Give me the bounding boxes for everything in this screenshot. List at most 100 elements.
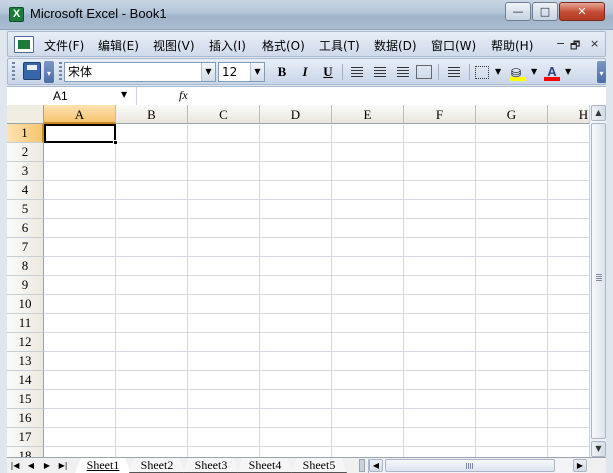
- cell-h10[interactable]: [548, 295, 589, 314]
- cell-a9[interactable]: [44, 276, 116, 295]
- cell-g10[interactable]: [476, 295, 548, 314]
- vertical-scroll-thumb[interactable]: [591, 123, 606, 439]
- cell-e9[interactable]: [332, 276, 404, 295]
- cell-c12[interactable]: [188, 333, 260, 352]
- fill-color-button[interactable]: ⛁: [508, 63, 528, 81]
- row-header-12[interactable]: 12: [7, 333, 44, 352]
- cell-h1[interactable]: [548, 124, 589, 143]
- cell-c10[interactable]: [188, 295, 260, 314]
- cell-b17[interactable]: [116, 428, 188, 447]
- cell-d5[interactable]: [260, 200, 332, 219]
- cell-h18[interactable]: [548, 447, 589, 457]
- chevron-down-icon[interactable]: ▼: [495, 67, 501, 76]
- merge-center-button[interactable]: [416, 65, 432, 79]
- cell-b5[interactable]: [116, 200, 188, 219]
- cell-c6[interactable]: [188, 219, 260, 238]
- prev-sheet-nav-icon[interactable]: ◀: [25, 459, 37, 472]
- cell-c15[interactable]: [188, 390, 260, 409]
- scroll-up-icon[interactable]: ▲: [591, 105, 606, 121]
- cell-h13[interactable]: [548, 352, 589, 371]
- cell-f15[interactable]: [404, 390, 476, 409]
- cell-d16[interactable]: [260, 409, 332, 428]
- cell-f18[interactable]: [404, 447, 476, 457]
- horizontal-scroll-thumb[interactable]: [385, 459, 555, 472]
- fill-handle[interactable]: [113, 140, 118, 145]
- cell-e2[interactable]: [332, 143, 404, 162]
- sheet-tab-sheet2[interactable]: Sheet2: [129, 458, 185, 473]
- cell-c17[interactable]: [188, 428, 260, 447]
- toolbar-grip[interactable]: [59, 62, 62, 80]
- cell-c1[interactable]: [188, 124, 260, 143]
- column-header-c[interactable]: C: [188, 105, 260, 124]
- column-header-f[interactable]: F: [404, 105, 476, 124]
- cell-h11[interactable]: [548, 314, 589, 333]
- cell-a8[interactable]: [44, 257, 116, 276]
- cell-c3[interactable]: [188, 162, 260, 181]
- cell-a10[interactable]: [44, 295, 116, 314]
- cell-a13[interactable]: [44, 352, 116, 371]
- chevron-down-icon[interactable]: ▼: [121, 90, 127, 99]
- cell-a16[interactable]: [44, 409, 116, 428]
- cell-d14[interactable]: [260, 371, 332, 390]
- cell-e10[interactable]: [332, 295, 404, 314]
- cell-c9[interactable]: [188, 276, 260, 295]
- borders-button[interactable]: [475, 66, 489, 79]
- cell-f8[interactable]: [404, 257, 476, 276]
- cell-e7[interactable]: [332, 238, 404, 257]
- cell-g2[interactable]: [476, 143, 548, 162]
- cell-h9[interactable]: [548, 276, 589, 295]
- row-header-10[interactable]: 10: [7, 295, 44, 314]
- cell-b6[interactable]: [116, 219, 188, 238]
- menu-help[interactable]: 帮助(H): [491, 37, 533, 54]
- menu-data[interactable]: 数据(D): [374, 37, 417, 54]
- insert-function-button[interactable]: fx: [179, 88, 188, 103]
- cell-d13[interactable]: [260, 352, 332, 371]
- cell-f17[interactable]: [404, 428, 476, 447]
- cell-f9[interactable]: [404, 276, 476, 295]
- cell-c13[interactable]: [188, 352, 260, 371]
- cell-g15[interactable]: [476, 390, 548, 409]
- cell-d18[interactable]: [260, 447, 332, 457]
- cell-a18[interactable]: [44, 447, 116, 457]
- sheet-tab-sheet1[interactable]: Sheet1: [75, 458, 131, 473]
- scroll-down-icon[interactable]: ▼: [591, 441, 606, 457]
- row-header-9[interactable]: 9: [7, 276, 44, 295]
- cell-f12[interactable]: [404, 333, 476, 352]
- indent-button[interactable]: [444, 63, 464, 81]
- cell-e4[interactable]: [332, 181, 404, 200]
- cell-e5[interactable]: [332, 200, 404, 219]
- row-header-14[interactable]: 14: [7, 371, 44, 390]
- cell-d6[interactable]: [260, 219, 332, 238]
- cell-b8[interactable]: [116, 257, 188, 276]
- cell-g16[interactable]: [476, 409, 548, 428]
- column-header-e[interactable]: E: [332, 105, 404, 124]
- cell-f4[interactable]: [404, 181, 476, 200]
- cell-f16[interactable]: [404, 409, 476, 428]
- cell-b3[interactable]: [116, 162, 188, 181]
- menu-edit[interactable]: 编辑(E): [98, 37, 139, 54]
- cell-d8[interactable]: [260, 257, 332, 276]
- cell-h5[interactable]: [548, 200, 589, 219]
- cell-h15[interactable]: [548, 390, 589, 409]
- cell-h6[interactable]: [548, 219, 589, 238]
- cell-d3[interactable]: [260, 162, 332, 181]
- cell-g4[interactable]: [476, 181, 548, 200]
- doc-close-button[interactable]: ×: [590, 37, 599, 50]
- sheet-tab-sheet3[interactable]: Sheet3: [183, 458, 239, 473]
- cell-b10[interactable]: [116, 295, 188, 314]
- row-header-15[interactable]: 15: [7, 390, 44, 409]
- cell-h8[interactable]: [548, 257, 589, 276]
- cell-f6[interactable]: [404, 219, 476, 238]
- cell-f13[interactable]: [404, 352, 476, 371]
- cell-f11[interactable]: [404, 314, 476, 333]
- column-header-a[interactable]: A: [44, 105, 116, 124]
- worksheet-grid[interactable]: ABCDEFGH 1 2 3 4 5 6 7 8 9 10 11 12 13 14 15 16 17 18: [7, 105, 589, 457]
- doc-restore-button[interactable]: 🗗: [570, 37, 580, 56]
- cell-e15[interactable]: [332, 390, 404, 409]
- cell-g6[interactable]: [476, 219, 548, 238]
- cell-f3[interactable]: [404, 162, 476, 181]
- cell-a3[interactable]: [44, 162, 116, 181]
- cell-h14[interactable]: [548, 371, 589, 390]
- cell-a2[interactable]: [44, 143, 116, 162]
- cell-d17[interactable]: [260, 428, 332, 447]
